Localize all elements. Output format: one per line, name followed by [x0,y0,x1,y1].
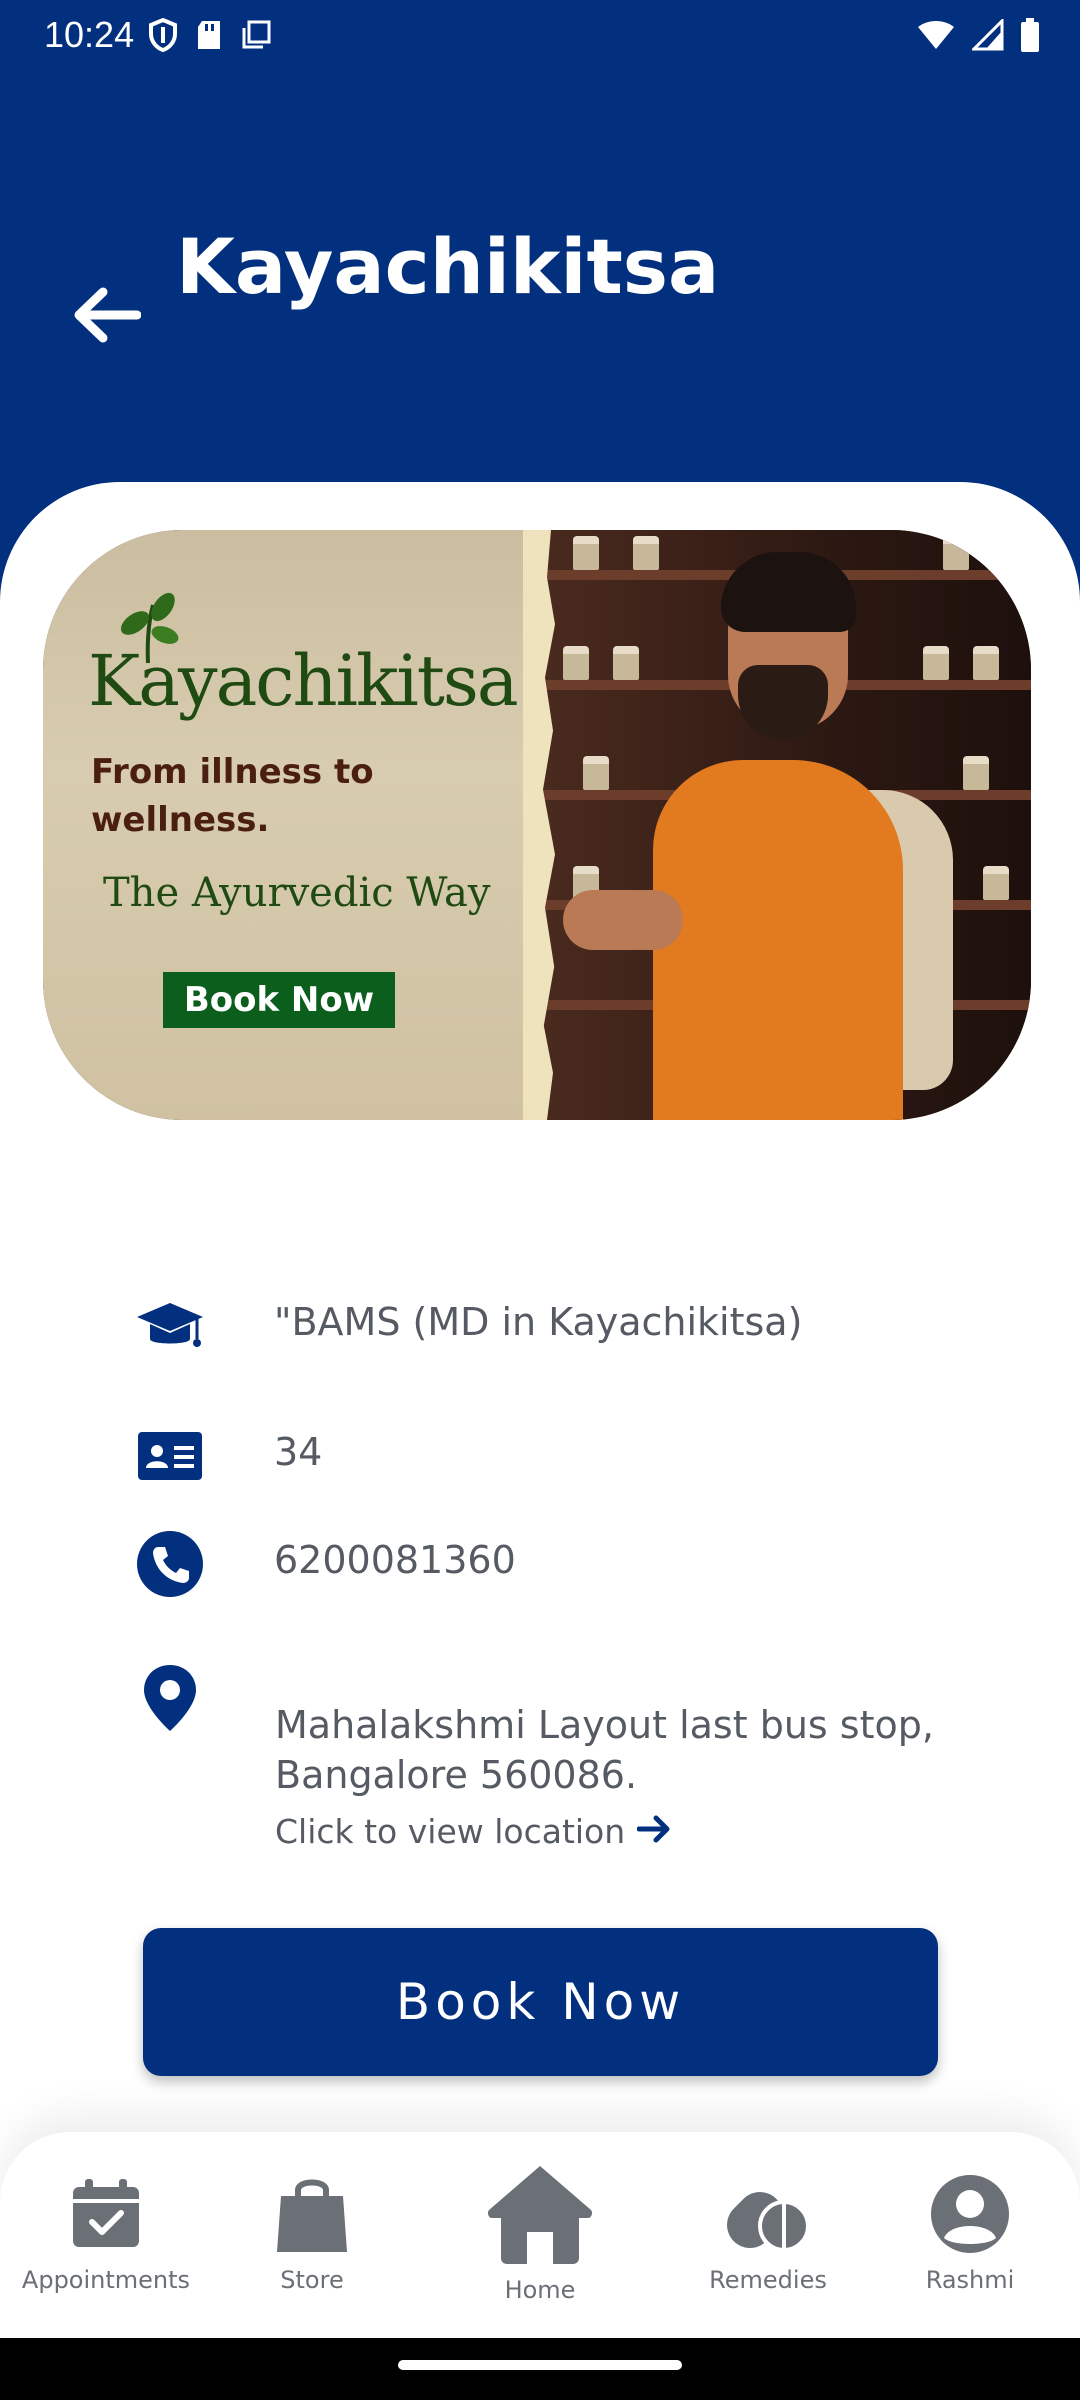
home-gesture-handle[interactable] [398,2360,682,2370]
bottom-nav: Appointments Store Home Remedies Rashmi [0,2132,1080,2338]
page-title: Kayachikitsa [176,222,720,311]
arrow-right-icon [636,1812,671,1851]
nav-profile[interactable]: Rashmi [870,2132,1070,2338]
nav-remedies[interactable]: Remedies [668,2132,868,2338]
nav-appointments[interactable]: Appointments [6,2132,206,2338]
back-button[interactable] [68,282,144,352]
banner-book-now[interactable]: Book Now [163,972,395,1028]
id-card-icon [130,1416,210,1496]
banner-subtitle: The Ayurvedic Way [103,870,491,916]
status-right-icons [916,17,1040,56]
book-now-button[interactable]: Book Now [143,1928,938,2076]
address-row [130,1658,210,1738]
status-bar: 10:24 [0,0,1080,72]
phone-row[interactable]: 6200081360 [130,1524,516,1604]
status-time: 10:24 [44,14,135,55]
arrow-left-icon [71,284,142,350]
sd-card-icon [196,19,222,55]
experience-row: 34 [130,1416,322,1496]
promo-banner[interactable]: Kayachikitsa From illness to wellness. T… [43,530,1031,1120]
phone-icon [130,1524,210,1604]
nav-label-appointments: Appointments [21,2266,191,2294]
banner-brand: Kayachikitsa [88,640,519,722]
nav-label-remedies: Remedies [709,2266,827,2294]
qualification-text: "BAMS (MD in Kayachikitsa) [274,1300,803,1344]
address-text: Mahalakshmi Layout last bus stop, Bangal… [275,1703,934,1797]
signal-icon [970,17,1004,55]
copy-icon [240,19,272,55]
shopping-bag-icon [275,2172,349,2256]
nav-home[interactable]: Home [440,2132,640,2338]
location-pin-icon [130,1658,210,1738]
view-location-link[interactable]: Click to view location [275,1812,671,1851]
nav-store[interactable]: Store [212,2132,412,2338]
qualification-row: "BAMS (MD in Kayachikitsa) [130,1286,802,1366]
banner-text-panel: Kayachikitsa From illness to wellness. T… [43,530,533,1120]
nav-label-store: Store [280,2266,344,2294]
nav-label-home: Home [504,2276,576,2304]
location-link-label: Click to view location [275,1812,626,1851]
pills-icon [726,2172,810,2256]
system-gesture-bar [0,2338,1080,2400]
calendar-check-icon [69,2172,143,2256]
wifi-icon [916,19,956,55]
battery-icon [1020,18,1040,56]
nav-label-profile: Rashmi [925,2266,1015,2294]
home-icon [485,2162,595,2266]
graduation-cap-icon [130,1286,210,1366]
status-left-icons [148,17,272,56]
banner-photo [543,530,1031,1120]
shield-icon [148,17,178,56]
banner-tagline: From illness to wellness. [91,752,374,840]
experience-text: 34 [274,1430,323,1474]
user-circle-icon [930,2172,1010,2256]
phone-text[interactable]: 6200081360 [274,1538,516,1582]
